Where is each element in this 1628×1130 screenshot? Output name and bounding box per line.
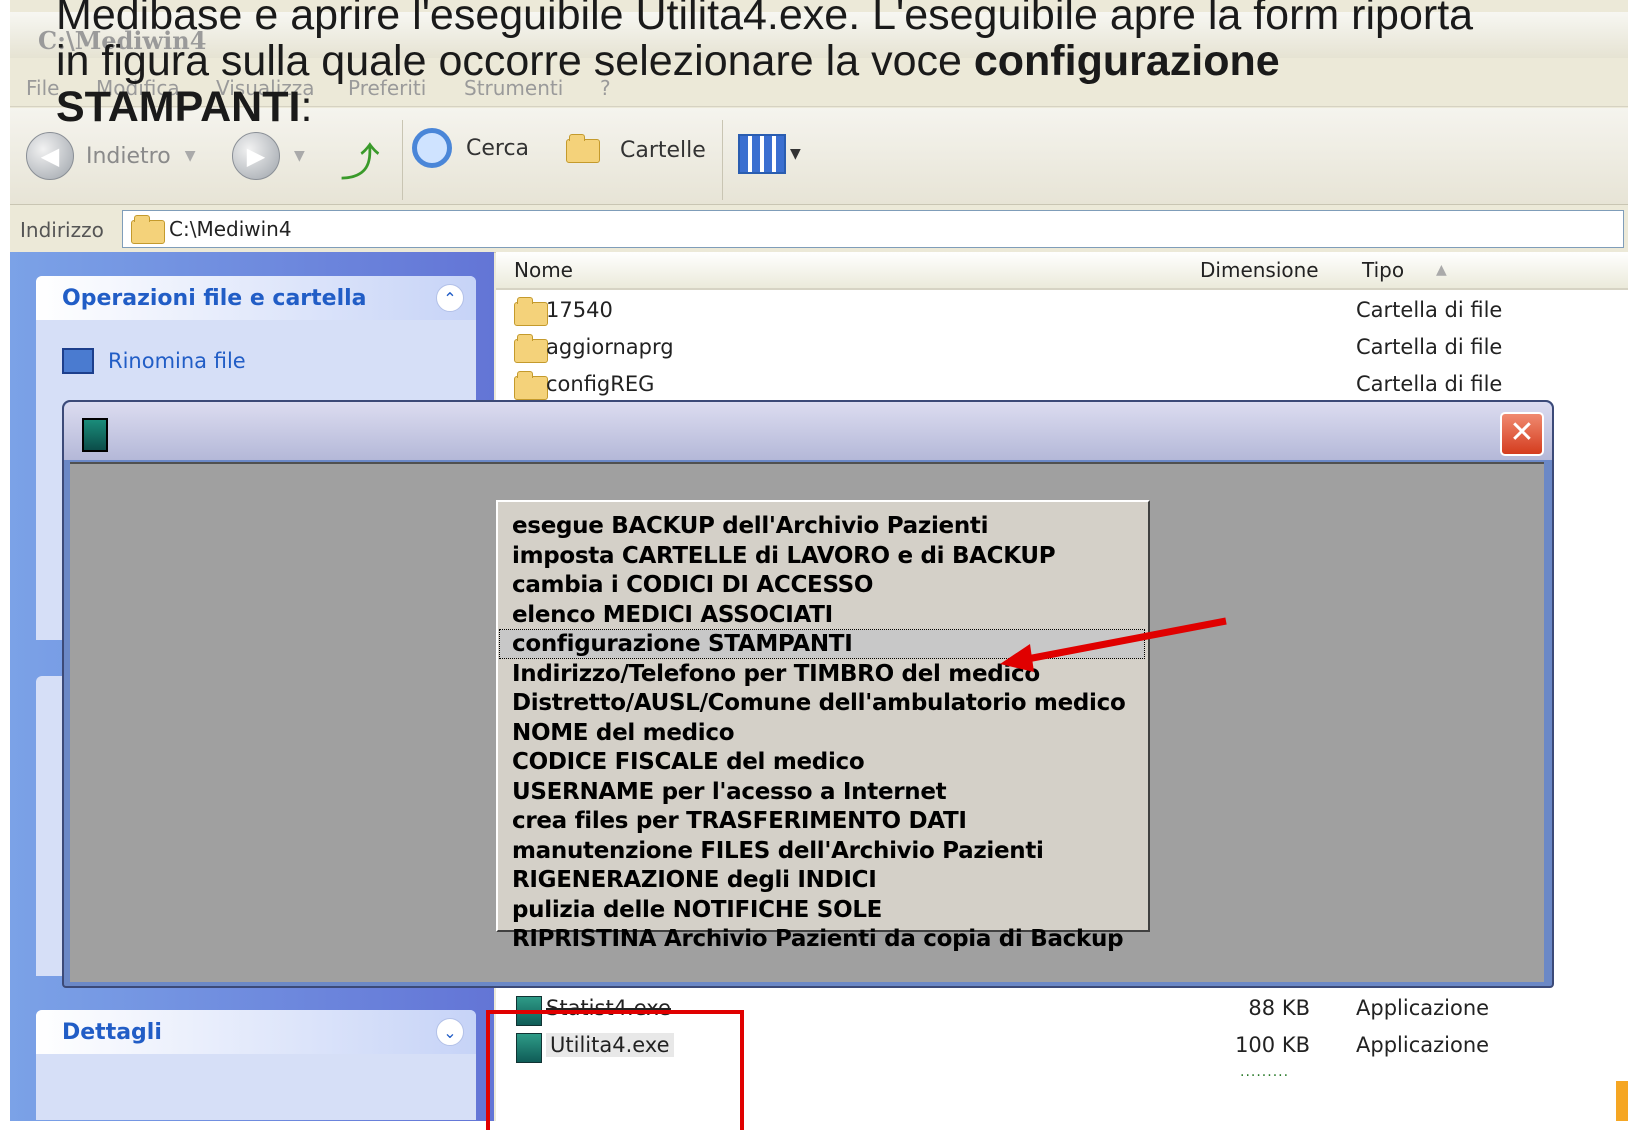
file-size: 100 KB <box>1235 1033 1310 1057</box>
search-label: Cerca <box>466 135 530 161</box>
details-header[interactable]: Dettagli ⌄ <box>36 1010 476 1054</box>
option-item[interactable]: CODICE FISCALE del medico <box>512 748 865 776</box>
option-item[interactable]: NOME del medico <box>512 719 735 747</box>
rename-task[interactable]: Rinomina file <box>62 348 246 374</box>
folder-icon <box>514 371 548 400</box>
options-list: esegue BACKUP dell'Archivio Pazienti impo… <box>496 500 1150 952</box>
dialog-body: esegue BACKUP dell'Archivio Pazienti impo… <box>70 462 1544 982</box>
menu-file[interactable]: File <box>26 76 59 100</box>
column-name[interactable]: Nome <box>514 258 573 282</box>
column-header: Nome Dimensione Tipo ▲ <box>496 252 1628 290</box>
dialog-titlebar[interactable]: ✕ <box>64 402 1552 460</box>
utilita-dialog: ✕ esegue BACKUP dell'Archivio Pazienti im… <box>62 400 1554 988</box>
address-field[interactable]: C:\Mediwin4 <box>122 210 1624 248</box>
search-button[interactable]: Cerca <box>412 128 529 168</box>
up-arrow-icon: ⤴ <box>340 140 380 186</box>
forward-dropdown-icon[interactable]: ▼ <box>294 148 305 164</box>
option-item[interactable]: cambia i CODICI DI ACCESSO <box>512 571 874 599</box>
file-row[interactable]: aggiornaprg Cartella di file <box>496 331 1628 367</box>
toolbar-separator <box>722 120 723 200</box>
file-name: configREG <box>546 372 655 396</box>
file-type: Cartella di file <box>1356 335 1503 359</box>
search-icon <box>412 128 452 168</box>
up-folder-button[interactable]: ⤴ <box>340 130 380 188</box>
address-label: Indirizzo <box>20 218 104 242</box>
option-item[interactable]: manutenzione FILES dell'Archivio Pazient… <box>512 837 1044 865</box>
instruction-line-1: Medibase e aprire l'eseguibile Utilita4.… <box>56 0 1474 39</box>
option-item[interactable]: esegue BACKUP dell'Archivio Pazienti <box>512 512 988 540</box>
back-button[interactable]: ◀ Indietro ▼ <box>26 132 195 180</box>
sort-ascending-icon: ▲ <box>1436 262 1447 278</box>
toolbar-separator <box>402 120 403 200</box>
option-item[interactable]: RIPRISTINA Archivio Pazienti da copia di… <box>512 925 1124 953</box>
back-dropdown-icon[interactable]: ▼ <box>185 148 196 164</box>
dotted-marker: ......... <box>1240 1064 1290 1080</box>
forward-button[interactable]: ▶ ▼ <box>232 132 305 180</box>
option-item[interactable]: crea files per TRASFERIMENTO DATI <box>512 807 967 835</box>
folder-icon <box>514 334 548 363</box>
details-title: Dettagli <box>62 1020 162 1045</box>
address-value: C:\Mediwin4 <box>169 217 292 241</box>
app-icon <box>82 418 108 452</box>
instruction-colon: : <box>300 83 313 131</box>
file-type: Cartella di file <box>1356 298 1503 322</box>
instruction-keyword-2: STAMPANTI <box>56 83 301 131</box>
back-arrow-icon: ◀ <box>26 132 74 180</box>
option-item[interactable]: elenco MEDICI ASSOCIATI <box>512 601 833 629</box>
close-button[interactable]: ✕ <box>1500 412 1544 456</box>
corner-mark <box>1616 1081 1628 1121</box>
folders-button[interactable]: Cartelle <box>566 133 706 163</box>
forward-arrow-icon: ▶ <box>232 132 280 180</box>
file-row[interactable]: 17540 Cartella di file <box>496 294 1628 330</box>
folder-icon <box>131 215 165 244</box>
views-icon <box>738 134 786 174</box>
option-item-selected[interactable]: configurazione STAMPANTI <box>499 629 1145 659</box>
instruction-line-2: in figura sulla quale occorre selezionar… <box>56 37 974 85</box>
details-panel: Dettagli ⌄ <box>36 1010 476 1120</box>
instruction-text: Medibase e aprire l'eseguibile Utilita4.… <box>56 0 1628 130</box>
file-tasks-title: Operazioni file e cartella <box>62 286 367 311</box>
rename-label: Rinomina file <box>108 349 246 373</box>
highlight-box <box>486 1010 744 1130</box>
folders-label: Cartelle <box>620 138 706 163</box>
views-dropdown-icon: ▼ <box>790 146 801 162</box>
option-item[interactable]: Distretto/AUSL/Comune dell'ambulatorio m… <box>512 689 1126 717</box>
file-tasks-header[interactable]: Operazioni file e cartella ⌃ <box>36 276 476 320</box>
option-item[interactable]: RIGENERAZIONE degli INDICI <box>512 866 877 894</box>
expand-icon[interactable]: ⌄ <box>436 1018 464 1046</box>
file-name: aggiornaprg <box>546 335 674 359</box>
file-name: 17540 <box>546 298 613 322</box>
option-item[interactable]: imposta CARTELLE di LAVORO e di BACKUP <box>512 542 1056 570</box>
collapse-icon[interactable]: ⌃ <box>436 284 464 312</box>
folders-icon <box>566 133 600 163</box>
option-item[interactable]: USERNAME per l'acesso a Internet <box>512 778 947 806</box>
rename-icon <box>62 348 94 374</box>
column-type[interactable]: Tipo <box>1362 258 1404 282</box>
address-bar: Indirizzo C:\Mediwin4 <box>10 206 1628 253</box>
file-type: Applicazione <box>1356 1033 1490 1057</box>
views-button[interactable]: ▼ <box>738 134 801 174</box>
file-type: Cartella di file <box>1356 372 1503 396</box>
column-size[interactable]: Dimensione <box>1200 258 1319 282</box>
instruction-keyword: configurazione <box>973 37 1280 85</box>
option-item[interactable]: Indirizzo/Telefono per TIMBRO del medico <box>512 660 1040 688</box>
file-type: Applicazione <box>1356 996 1490 1020</box>
file-row[interactable]: configREG Cartella di file <box>496 368 1628 404</box>
back-label: Indietro <box>86 143 171 169</box>
folder-icon <box>514 297 548 326</box>
option-item[interactable]: pulizia delle NOTIFICHE SOLE <box>512 896 882 924</box>
file-size: 88 KB <box>1248 996 1310 1020</box>
